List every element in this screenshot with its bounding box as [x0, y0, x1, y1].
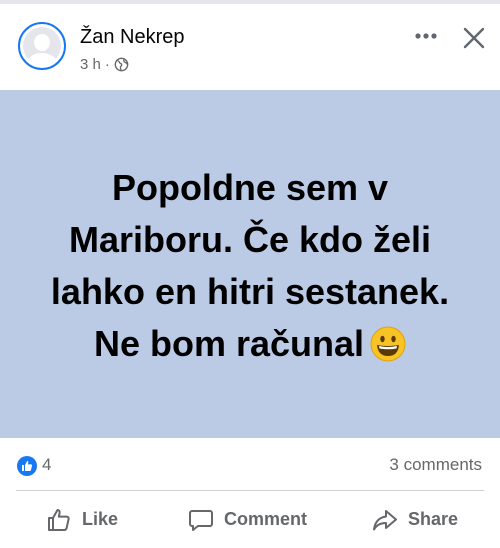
post-text-background: Popoldne sem v Mariboru. Če kdo želi lah… — [0, 90, 500, 438]
comment-label: Comment — [224, 509, 308, 529]
author-name[interactable]: Žan Nekrep — [80, 26, 185, 49]
post-text: Popoldne sem v Mariboru. Če kdo želi lah… — [50, 162, 450, 370]
thumbs-up-outline-icon — [48, 508, 70, 531]
thumbs-up-icon — [22, 461, 33, 471]
more-dots-icon — [415, 33, 437, 39]
share-button[interactable]: Share — [372, 491, 458, 548]
close-button[interactable] — [458, 22, 490, 54]
post-time[interactable]: 3 h — [80, 56, 101, 73]
post-meta: 3 h · — [80, 56, 129, 73]
reactions-bar: 4 3 comments — [0, 438, 500, 490]
meta-separator: · — [104, 56, 110, 73]
globe-icon — [114, 57, 129, 72]
comment-bubble-icon — [189, 509, 213, 531]
post-actions: Like Comment Share — [0, 491, 500, 548]
grinning-face-icon — [370, 326, 406, 362]
close-icon — [463, 27, 485, 49]
comments-count[interactable]: 3 comments — [389, 455, 482, 475]
reaction-count[interactable]: 4 — [42, 455, 51, 475]
post-header: Žan Nekrep 3 h · — [0, 4, 500, 90]
comment-button[interactable]: Comment — [188, 491, 307, 548]
like-button[interactable]: Like — [46, 491, 118, 548]
avatar[interactable] — [18, 22, 66, 70]
share-label: Share — [408, 509, 459, 529]
share-arrow-icon — [373, 509, 397, 530]
more-options-button[interactable] — [410, 22, 442, 50]
like-reaction-icon[interactable] — [17, 456, 37, 476]
like-label: Like — [82, 509, 119, 529]
default-avatar-icon — [23, 27, 61, 65]
